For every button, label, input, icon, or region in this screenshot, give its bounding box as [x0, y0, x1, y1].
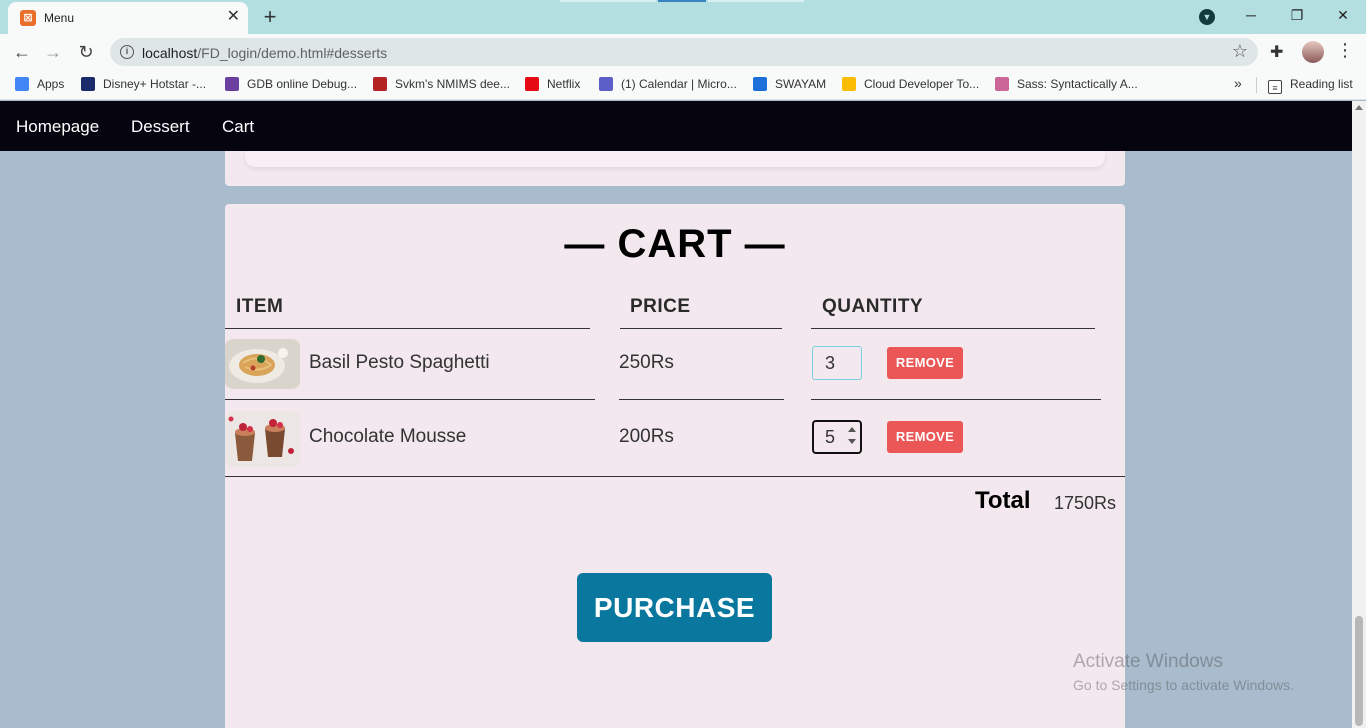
quantity-stepper[interactable]: 5	[812, 420, 862, 454]
header-divider	[225, 328, 590, 329]
reading-list[interactable]: ≡ Reading list	[1268, 77, 1353, 94]
scrollbar-thumb[interactable]	[1355, 616, 1363, 726]
nav-homepage-link[interactable]: Homepage	[16, 117, 99, 137]
browser-menu-icon[interactable]: ⋮	[1336, 40, 1354, 61]
bookmark-star-icon[interactable]: ☆	[1232, 41, 1248, 62]
tab-close-icon[interactable]: ✕	[227, 9, 240, 25]
quantity-input[interactable]: 3	[812, 346, 862, 380]
watermark-title: Activate Windows	[1073, 651, 1223, 672]
apps-grid-icon	[15, 77, 29, 91]
tab-title: Menu	[44, 11, 75, 25]
cart-item-price: 250Rs	[619, 352, 674, 373]
cart-item-price: 200Rs	[619, 426, 674, 447]
bookmarks-divider	[1256, 77, 1257, 93]
netflix-icon	[525, 77, 539, 91]
minimize-button[interactable]: ─	[1228, 0, 1274, 30]
bookmark-gdb[interactable]: GDB online Debug...	[225, 77, 357, 91]
quantity-value: 5	[825, 427, 836, 447]
xampp-favicon-icon: ⊠	[20, 10, 36, 26]
bookmarks-bar: Apps Disney+ Hotstar -... GDB online Deb…	[0, 70, 1366, 100]
gdb-icon	[225, 77, 239, 91]
total-label: Total	[975, 487, 1031, 514]
sass-icon	[995, 77, 1009, 91]
nav-cart-link[interactable]: Cart	[222, 117, 254, 137]
desserts-section	[225, 151, 1125, 186]
nav-dessert-link[interactable]: Dessert	[131, 117, 190, 137]
restore-button[interactable]: ❐	[1274, 0, 1320, 30]
row-divider	[811, 399, 1101, 400]
remove-button[interactable]: REMOVE	[887, 421, 963, 453]
back-arrow-icon[interactable]: ←	[9, 40, 35, 64]
bookmark-nmims[interactable]: Svkm's NMIMS dee...	[373, 77, 510, 91]
nmims-icon	[373, 77, 387, 91]
site-info-icon[interactable]: i	[120, 45, 134, 59]
remove-button[interactable]: REMOVE	[887, 347, 963, 379]
bookmark-calendar[interactable]: (1) Calendar | Micro...	[599, 77, 737, 91]
dessert-card	[245, 151, 1105, 167]
browser-tab[interactable]: ⊠ Menu ✕	[8, 2, 248, 34]
new-tab-button[interactable]: +	[258, 4, 282, 30]
browser-tab-strip: ⊠ Menu ✕ + ▼ ─ ❐ ✕	[0, 0, 1366, 34]
profile-avatar[interactable]	[1302, 41, 1324, 63]
header-divider	[620, 328, 782, 329]
teams-icon	[599, 77, 613, 91]
quantity-column-header: QUANTITY	[822, 296, 924, 317]
spinner-arrows-icon[interactable]	[847, 425, 857, 449]
item-column-header: ITEM	[236, 296, 284, 317]
forward-arrow-icon[interactable]: →	[40, 40, 66, 64]
bookmark-cloud[interactable]: Cloud Developer To...	[842, 77, 979, 91]
reload-icon[interactable]: ↻	[73, 40, 99, 64]
scroll-up-arrow-icon[interactable]	[1355, 105, 1363, 110]
reading-list-icon: ≡	[1268, 80, 1282, 94]
close-window-button[interactable]: ✕	[1320, 0, 1366, 30]
cart-item-name: Chocolate Mousse	[309, 426, 467, 447]
cart-item-name: Basil Pesto Spaghetti	[309, 352, 490, 373]
chocolate-mousse-image	[225, 411, 300, 467]
price-column-header: PRICE	[630, 296, 691, 317]
url-text[interactable]: localhost/FD_login/demo.html#desserts	[142, 45, 387, 61]
total-divider	[225, 476, 1125, 477]
purchase-button[interactable]: PURCHASE	[577, 573, 772, 642]
browser-toolbar: ← → ↻ i localhost/FD_login/demo.html#des…	[0, 34, 1366, 70]
page-scrollbar[interactable]	[1352, 101, 1366, 728]
row-divider	[225, 399, 595, 400]
google-cloud-icon	[842, 77, 856, 91]
tab-strip-indicator	[560, 0, 810, 2]
bookmarks-overflow-icon[interactable]: »	[1234, 75, 1242, 91]
bookmark-apps[interactable]: Apps	[15, 77, 64, 91]
activate-windows-watermark: Activate Windows Go to Settings to activ…	[1073, 651, 1294, 693]
bookmark-hotstar[interactable]: Disney+ Hotstar -...	[81, 77, 206, 91]
site-navbar: Homepage Dessert Cart	[0, 101, 1352, 151]
row-divider	[619, 399, 784, 400]
bookmark-swayam[interactable]: SWAYAM	[753, 77, 826, 91]
tab-search-icon[interactable]: ▼	[1199, 9, 1215, 25]
swayam-icon	[753, 77, 767, 91]
address-bar[interactable]: i localhost/FD_login/demo.html#desserts …	[110, 38, 1258, 66]
bookmark-netflix[interactable]: Netflix	[525, 77, 580, 91]
watermark-subtitle: Go to Settings to activate Windows.	[1073, 677, 1294, 693]
header-divider	[811, 328, 1095, 329]
total-value: 1750Rs	[1054, 493, 1117, 513]
extensions-puzzle-icon[interactable]: ✚	[1270, 42, 1283, 62]
hotstar-icon	[81, 77, 95, 91]
cart-section: — CART — ITEM PRICE QUANTITY Basil Pesto…	[225, 204, 1125, 728]
bookmark-sass[interactable]: Sass: Syntactically A...	[995, 77, 1138, 91]
cart-title: — CART —	[564, 222, 786, 266]
spaghetti-image	[225, 339, 300, 389]
